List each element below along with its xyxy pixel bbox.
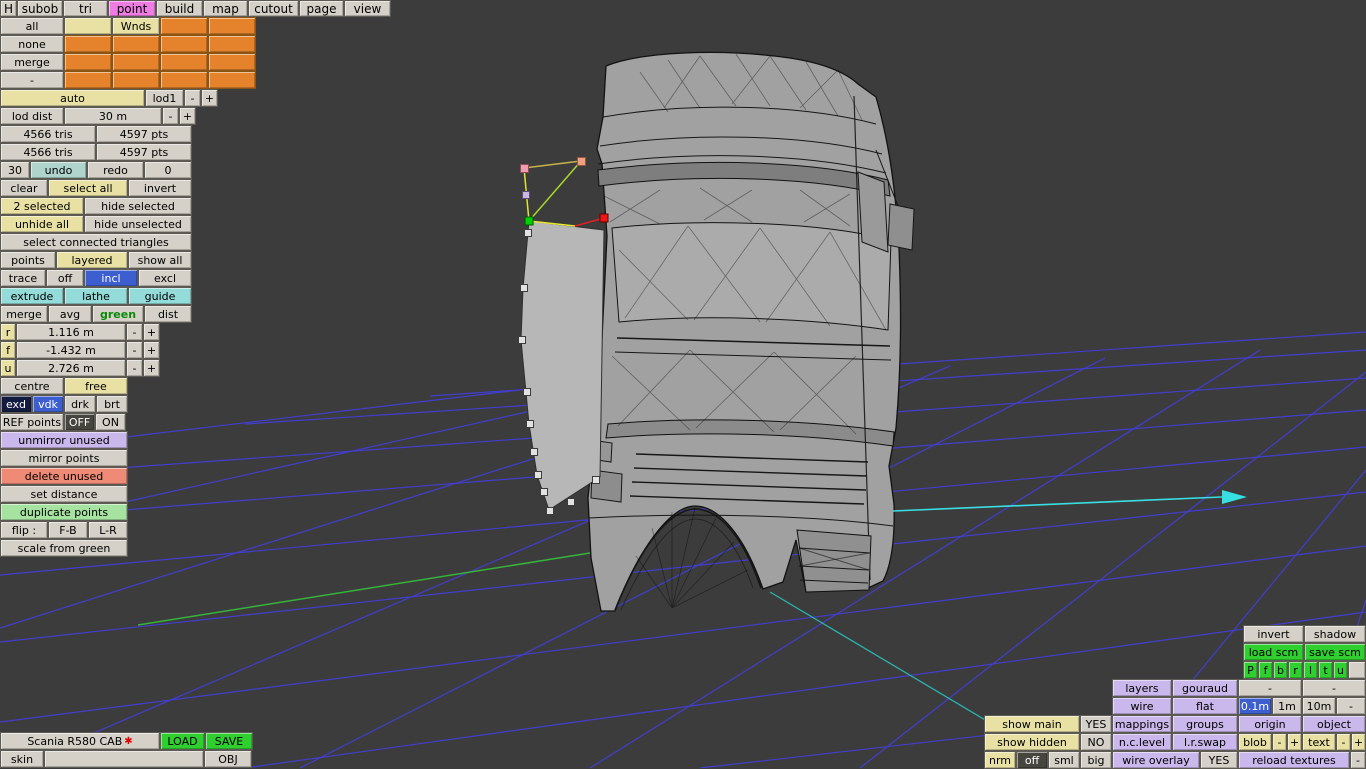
rb-show-main[interactable]: show main — [984, 715, 1080, 733]
rb-plus[interactable]: + — [1351, 733, 1366, 751]
rt-row-1: load scm save scm — [1243, 643, 1366, 661]
rb-flat[interactable]: flat — [1172, 697, 1238, 715]
rt-u[interactable]: u — [1333, 661, 1348, 679]
rt-f[interactable]: f — [1258, 661, 1273, 679]
rb-row-3: show hidden NO n.c.level l.r.swap blob - + text… — [984, 733, 1366, 751]
rb-n-c-level[interactable]: n.c.level — [1112, 733, 1172, 751]
rb-minus[interactable]: - — [1302, 679, 1366, 697]
rb-off[interactable]: off — [1016, 751, 1048, 769]
rb-mappings[interactable]: mappings — [1112, 715, 1172, 733]
rt-b[interactable]: b — [1273, 661, 1288, 679]
rb-yes[interactable]: YES — [1200, 751, 1238, 769]
rb-blob[interactable]: blob — [1238, 733, 1272, 751]
rb-object[interactable]: object — [1302, 715, 1366, 733]
rb-l-r-swap[interactable]: l.r.swap — [1172, 733, 1238, 751]
rt-load-scm[interactable]: load scm — [1243, 643, 1304, 661]
rt-p[interactable]: P — [1243, 661, 1258, 679]
rb-row-2: show main YES mappings groups origin object — [984, 715, 1366, 733]
rb-yes[interactable]: YES — [1080, 715, 1112, 733]
rb-0-1m[interactable]: 0.1m — [1238, 697, 1272, 715]
rb-row-0: layers gouraud - - — [1112, 679, 1366, 697]
rt-row-2: Pfbrltu — [1243, 661, 1366, 679]
rb-layers[interactable]: layers — [1112, 679, 1172, 697]
rb-10m[interactable]: 10m — [1302, 697, 1336, 715]
right-panels: invert shadow load scm save scm Pf b r l t u layer… — [0, 0, 1366, 769]
rb-wire[interactable]: wire — [1112, 697, 1172, 715]
rb-origin[interactable]: origin — [1238, 715, 1302, 733]
rt-shadow[interactable]: shadow — [1304, 625, 1366, 643]
rt-save-scm[interactable]: save scm — [1304, 643, 1366, 661]
rb-minus[interactable]: - — [1350, 751, 1366, 769]
rt-r[interactable]: r — [1288, 661, 1303, 679]
rb-minus[interactable]: - — [1272, 733, 1287, 751]
rb-nrm[interactable]: nrm — [984, 751, 1016, 769]
rb-groups[interactable]: groups — [1172, 715, 1238, 733]
rt-l[interactable]: l — [1303, 661, 1318, 679]
rb-wire-overlay[interactable]: wire overlay — [1112, 751, 1200, 769]
rb-text[interactable]: text — [1302, 733, 1336, 751]
rb-plus[interactable]: + — [1287, 733, 1302, 751]
rt-row-0: invert shadow — [1243, 625, 1366, 643]
rb-show-hidden[interactable]: show hidden — [984, 733, 1080, 751]
rb-gouraud[interactable]: gouraud — [1172, 679, 1238, 697]
rb-sml[interactable]: sml — [1048, 751, 1080, 769]
rt-blank — [1348, 661, 1366, 679]
rb-no[interactable]: NO — [1080, 733, 1112, 751]
rb-row-1: wire flat 0.1m 1m 10m - — [1112, 697, 1366, 715]
rb-row-4: nrm off sml big wire overlay YES reload textur… — [984, 751, 1366, 769]
rt-t[interactable]: t — [1318, 661, 1333, 679]
rb-1m[interactable]: 1m — [1272, 697, 1302, 715]
rb-minus[interactable]: - — [1238, 679, 1302, 697]
rb-minus[interactable]: - — [1336, 733, 1351, 751]
rb-big[interactable]: big — [1080, 751, 1112, 769]
rb-reload-textures[interactable]: reload textures — [1238, 751, 1350, 769]
rt-invert[interactable]: invert — [1243, 625, 1304, 643]
rb-minus[interactable]: - — [1336, 697, 1366, 715]
